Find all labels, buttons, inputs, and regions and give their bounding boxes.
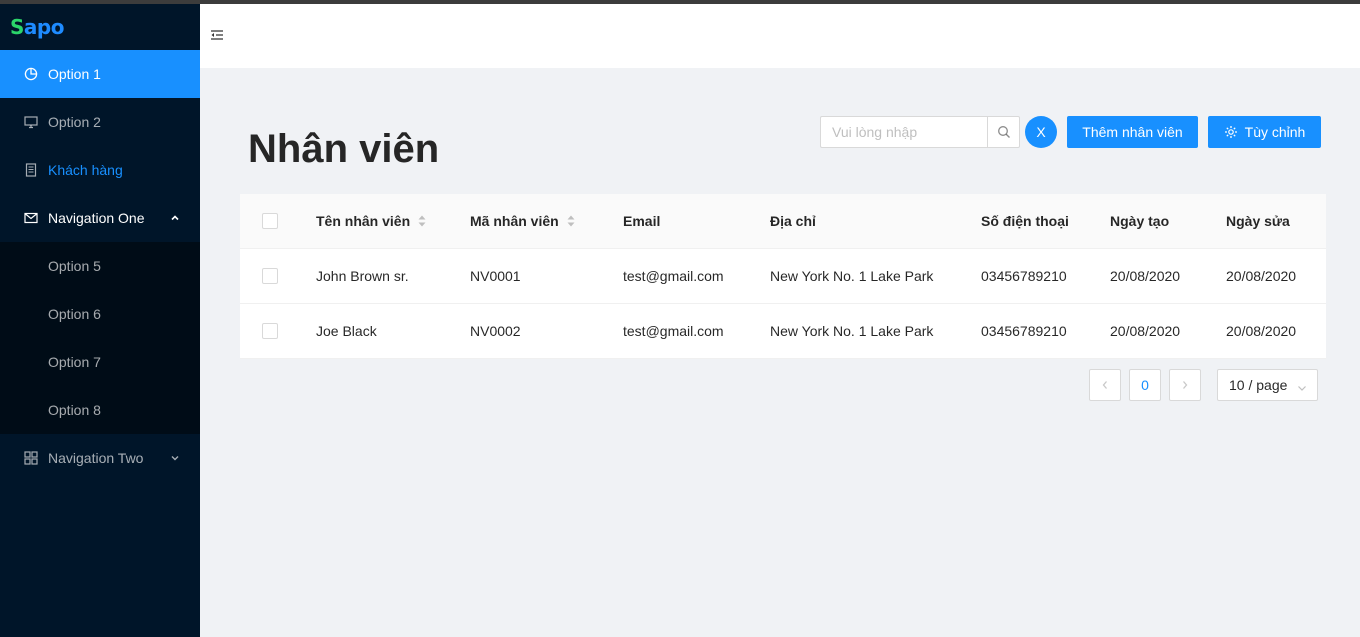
sidebar-item-label: Option 7: [48, 354, 101, 370]
column-header-dia-chi: Địa chỉ: [770, 213, 816, 229]
cell-email: test@gmail.com: [623, 323, 724, 339]
row-select-cell: [262, 249, 278, 303]
table-header: Tên nhân viên Mã nhân viên Email Địa chỉ…: [240, 194, 1326, 249]
mail-icon: [24, 211, 38, 225]
cell-created: 20/08/2020: [1110, 268, 1181, 284]
chevron-up-icon: [170, 194, 180, 242]
add-employee-label: Thêm nhân viên: [1082, 124, 1183, 140]
cell-modified: 20/08/2020: [1226, 323, 1297, 339]
menu-fold-icon[interactable]: [210, 28, 224, 42]
row-checkbox[interactable]: [262, 323, 278, 339]
cell-code: NV0001: [470, 268, 521, 284]
sidebar-item-label: Option 1: [48, 66, 101, 82]
chevron-down-icon: [170, 434, 180, 482]
column-header-email: Email: [623, 213, 661, 229]
logo[interactable]: Sapo: [0, 4, 200, 50]
cell-code: NV0002: [470, 323, 521, 339]
column-header-ma-nhan-vien[interactable]: Mã nhân viên: [470, 194, 575, 248]
sidebar-item-khach-hang[interactable]: Khách hàng: [0, 146, 200, 194]
column-header-ten-nhan-vien[interactable]: Tên nhân viên: [316, 194, 426, 248]
sidebar-item-label: Khách hàng: [48, 162, 123, 178]
sidebar-item-label: Option 2: [48, 114, 101, 130]
sidebar: Sapo Option 1 Option 2 Khách hàng Naviga…: [0, 4, 200, 637]
sidebar-item-option-5[interactable]: Option 5: [0, 242, 200, 290]
sidebar-item-navigation-one[interactable]: Navigation One: [0, 194, 200, 242]
sidebar-item-option-6[interactable]: Option 6: [0, 290, 200, 338]
sidebar-item-label: Option 8: [48, 402, 101, 418]
cell-address: New York No. 1 Lake Park: [770, 268, 934, 284]
page-title: Nhân viên: [248, 127, 440, 171]
appstore-icon: [24, 451, 38, 465]
file-icon: [24, 163, 38, 177]
sidebar-item-navigation-two[interactable]: Navigation Two: [0, 434, 200, 482]
sidebar-item-option-2[interactable]: Option 2: [0, 98, 200, 146]
sidebar-item-option-8[interactable]: Option 8: [0, 386, 200, 434]
add-employee-button[interactable]: Thêm nhân viên: [1067, 116, 1198, 148]
page-size-select[interactable]: 10 / page: [1217, 369, 1318, 401]
column-header-ngay-tao: Ngày tạo: [1110, 213, 1170, 229]
chevron-right-icon: [1183, 381, 1188, 389]
column-header-ngay-sua: Ngày sửa: [1226, 213, 1290, 229]
pagination-page-item[interactable]: 0: [1129, 369, 1161, 401]
table-row[interactable]: Joe Black NV0002 test@gmail.com New York…: [240, 304, 1326, 359]
cell-created: 20/08/2020: [1110, 323, 1181, 339]
customize-button[interactable]: Tùy chỉnh: [1208, 116, 1321, 148]
clear-search-button[interactable]: X: [1025, 116, 1057, 148]
search-input[interactable]: [820, 116, 987, 148]
cell-email: test@gmail.com: [623, 268, 724, 284]
row-select-cell: [262, 304, 278, 358]
sidebar-item-option-1[interactable]: Option 1: [0, 50, 200, 98]
select-all-checkbox[interactable]: [262, 213, 278, 229]
cell-modified: 20/08/2020: [1226, 268, 1297, 284]
column-header-so-dien-thoai: Số điện thoại: [981, 213, 1069, 229]
pagination-prev-button[interactable]: [1089, 369, 1121, 401]
select-all-cell: [262, 194, 278, 248]
search-button[interactable]: [987, 116, 1020, 148]
top-header: [200, 4, 1360, 68]
cell-name: Joe Black: [316, 323, 377, 339]
pie-chart-icon: [24, 67, 38, 81]
sort-icon[interactable]: [567, 215, 575, 227]
pagination-next-button[interactable]: [1169, 369, 1201, 401]
sidebar-item-label: Option 6: [48, 306, 101, 322]
sort-icon[interactable]: [418, 215, 426, 227]
sidebar-item-label: Navigation Two: [48, 450, 144, 466]
employee-table: Tên nhân viên Mã nhân viên Email Địa chỉ…: [240, 194, 1326, 359]
logo-letter: S: [10, 15, 24, 39]
cell-name: John Brown sr.: [316, 268, 409, 284]
column-header-label: Tên nhân viên: [316, 213, 411, 229]
search-icon: [997, 126, 1010, 138]
customize-label: Tùy chỉnh: [1244, 124, 1306, 140]
gear-icon: [1224, 126, 1237, 138]
cell-address: New York No. 1 Lake Park: [770, 323, 934, 339]
desktop-icon: [24, 115, 38, 129]
table-row[interactable]: John Brown sr. NV0001 test@gmail.com New…: [240, 249, 1326, 304]
logo-text: apo: [23, 15, 65, 39]
row-checkbox[interactable]: [262, 268, 278, 284]
search-box: [820, 116, 1020, 148]
column-header-label: Mã nhân viên: [470, 213, 559, 229]
page-size-value: 10 / page: [1229, 377, 1288, 393]
chevron-down-icon: [1297, 380, 1307, 396]
brand-logo: Sapo: [10, 15, 64, 39]
sidebar-item-label: Option 5: [48, 258, 101, 274]
submenu-navigation-one: Option 5 Option 6 Option 7 Option 8: [0, 242, 200, 434]
cell-phone: 03456789210: [981, 323, 1067, 339]
sidebar-item-option-7[interactable]: Option 7: [0, 338, 200, 386]
sidebar-item-label: Navigation One: [48, 210, 145, 226]
chevron-left-icon: [1102, 381, 1107, 389]
cell-phone: 03456789210: [981, 268, 1067, 284]
